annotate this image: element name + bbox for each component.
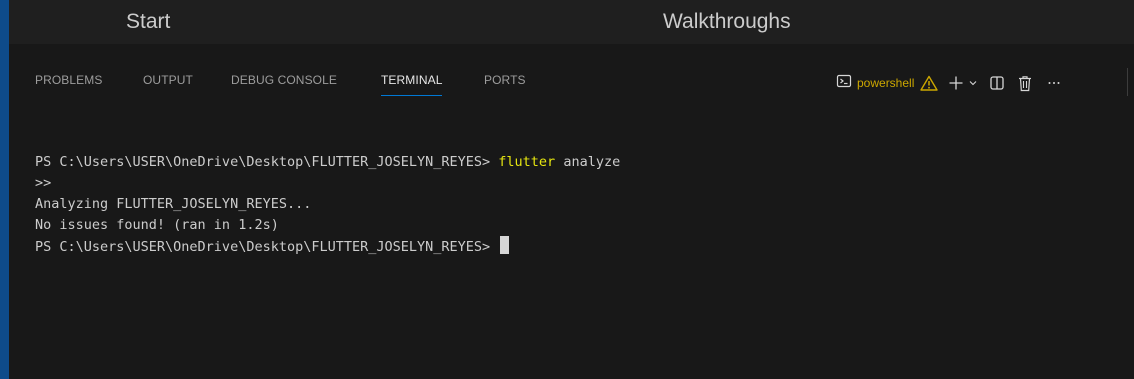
editor-tab-strip: Start Walkthroughs [9, 0, 1134, 44]
tab-debug-console[interactable]: DEBUG CONSOLE [231, 73, 337, 87]
shell-label: powershell [857, 76, 915, 90]
toolbar-separator [1127, 68, 1128, 96]
editor-tab-start[interactable]: Start [126, 10, 170, 34]
terminal-line: Analyzing FLUTTER_JOSELYN_REYES... [35, 194, 620, 215]
command-args: analyze [555, 154, 621, 170]
more-icon[interactable] [1047, 76, 1061, 90]
terminal-line: >> [35, 173, 620, 194]
terminal-output[interactable]: PS C:\Users\USER\OneDrive\Desktop\FLUTTE… [35, 152, 620, 258]
plus-icon[interactable] [948, 75, 964, 91]
prompt-text: PS C:\Users\USER\OneDrive\Desktop\FLUTTE… [35, 154, 499, 170]
terminal-line: PS C:\Users\USER\OneDrive\Desktop\FLUTTE… [35, 152, 620, 173]
command-keyword: flutter [498, 154, 556, 170]
editor-tab-walkthroughs[interactable]: Walkthroughs [663, 10, 791, 34]
vscode-panel: Start Walkthroughs PROBLEMS OUTPUT DEBUG… [0, 0, 1134, 379]
terminal-icon [836, 73, 852, 94]
terminal-cursor [500, 236, 510, 254]
result-output: No issues found! (ran in 1.2s) [35, 217, 279, 233]
tab-problems[interactable]: PROBLEMS [35, 73, 103, 87]
tab-terminal[interactable]: TERMINAL [381, 73, 443, 96]
chevron-down-icon[interactable] [968, 78, 978, 88]
terminal-toolbar: powershell [836, 70, 1061, 96]
shell-selector-button[interactable]: powershell [836, 73, 914, 94]
terminal-line: PS C:\Users\USER\OneDrive\Desktop\FLUTTE… [35, 236, 620, 258]
final-prompt-text: PS C:\Users\USER\OneDrive\Desktop\FLUTTE… [35, 239, 499, 255]
trash-icon[interactable] [1017, 75, 1033, 92]
terminal-line: No issues found! (ran in 1.2s) [35, 215, 620, 236]
tab-ports[interactable]: PORTS [484, 73, 526, 87]
tab-output[interactable]: OUTPUT [143, 73, 193, 87]
window-edge [0, 0, 9, 379]
continuation-prompt: >> [35, 175, 52, 191]
split-icon[interactable] [989, 75, 1005, 91]
warning-icon[interactable] [920, 75, 939, 91]
analyzing-output: Analyzing FLUTTER_JOSELYN_REYES... [35, 196, 312, 212]
